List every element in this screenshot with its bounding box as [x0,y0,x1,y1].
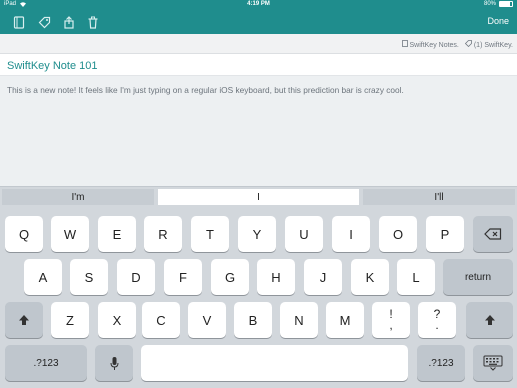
note-toolbar: Done [0,10,517,34]
key-l[interactable]: L [397,259,435,295]
key-h[interactable]: H [257,259,295,295]
key-i[interactable]: I [332,216,370,252]
status-time: 4:19 PM [247,1,270,7]
key-e[interactable]: E [98,216,136,252]
keyboard-hide-icon [483,355,503,371]
notebook-selector[interactable]: SwiftKey Notes. [401,40,459,49]
shift-key-right[interactable] [466,302,513,338]
space-bar[interactable] [141,345,408,381]
notebook-name: SwiftKey Notes. [409,42,459,49]
key-r[interactable]: R [144,216,182,252]
note-title-field[interactable]: SwiftKey Note 101 [0,54,517,76]
trash-icon[interactable] [84,13,102,31]
key-u[interactable]: U [285,216,323,252]
tag-icon[interactable] [35,13,53,31]
hide-keyboard-key[interactable] [473,345,513,381]
key-s[interactable]: S [70,259,108,295]
key-period-label: . [435,318,439,332]
return-key[interactable]: return [443,259,513,295]
shift-icon [484,315,495,325]
dictation-key[interactable] [95,345,133,381]
key-f[interactable]: F [164,259,202,295]
microphone-icon [110,356,118,370]
note-body-editor[interactable]: This is a new note! It feels like I'm ju… [0,76,517,186]
key-c[interactable]: C [142,302,180,338]
notebook-small-icon [401,40,408,47]
numbers-key-right[interactable]: .?123 [417,345,465,381]
backspace-icon [484,228,502,240]
key-exclaim-comma[interactable]: ! , [372,302,410,338]
prediction-left[interactable]: I'm [2,189,154,205]
key-w[interactable]: W [51,216,89,252]
key-y[interactable]: Y [238,216,276,252]
key-b[interactable]: B [234,302,272,338]
key-v[interactable]: V [188,302,226,338]
key-k[interactable]: K [351,259,389,295]
delete-key[interactable] [473,216,513,252]
key-j[interactable]: J [304,259,342,295]
key-g[interactable]: G [211,259,249,295]
key-n[interactable]: N [280,302,318,338]
share-icon[interactable] [60,13,78,31]
key-t[interactable]: T [191,216,229,252]
shift-icon [19,315,29,325]
tag-small-icon [464,40,472,48]
tags-label: (1) SwiftKey. [473,42,513,49]
status-bar: iPad 4:19 PM 80% [0,0,517,10]
key-x[interactable]: X [98,302,136,338]
key-question-period[interactable]: ? . [418,302,456,338]
key-p[interactable]: P [426,216,464,252]
keyboard: I'm I I'll Q W E R T Y U I O P A S D F G… [0,186,517,388]
prediction-center[interactable]: I [158,189,359,205]
numbers-key-left[interactable]: .?123 [5,345,87,381]
prediction-bar: I'm I I'll [0,186,517,206]
key-m[interactable]: M [326,302,364,338]
done-button[interactable]: Done [487,16,509,26]
key-z[interactable]: Z [51,302,89,338]
top-bar: iPad 4:19 PM 80% Done [0,0,517,34]
key-d[interactable]: D [117,259,155,295]
battery-icon [499,1,513,7]
note-meta-bar: SwiftKey Notes. (1) SwiftKey. [0,34,517,54]
shift-key-left[interactable] [5,302,43,338]
key-o[interactable]: O [379,216,417,252]
key-a[interactable]: A [24,259,62,295]
tags-selector[interactable]: (1) SwiftKey. [464,40,513,49]
note-body: This is a new note! It feels like I'm ju… [7,85,404,95]
key-q[interactable]: Q [5,216,43,252]
prediction-right[interactable]: I'll [363,189,515,205]
battery-percent: 80% [483,1,496,7]
key-comma-label: , [389,318,393,332]
note-title: SwiftKey Note 101 [7,60,98,72]
notebook-icon[interactable] [10,13,28,31]
